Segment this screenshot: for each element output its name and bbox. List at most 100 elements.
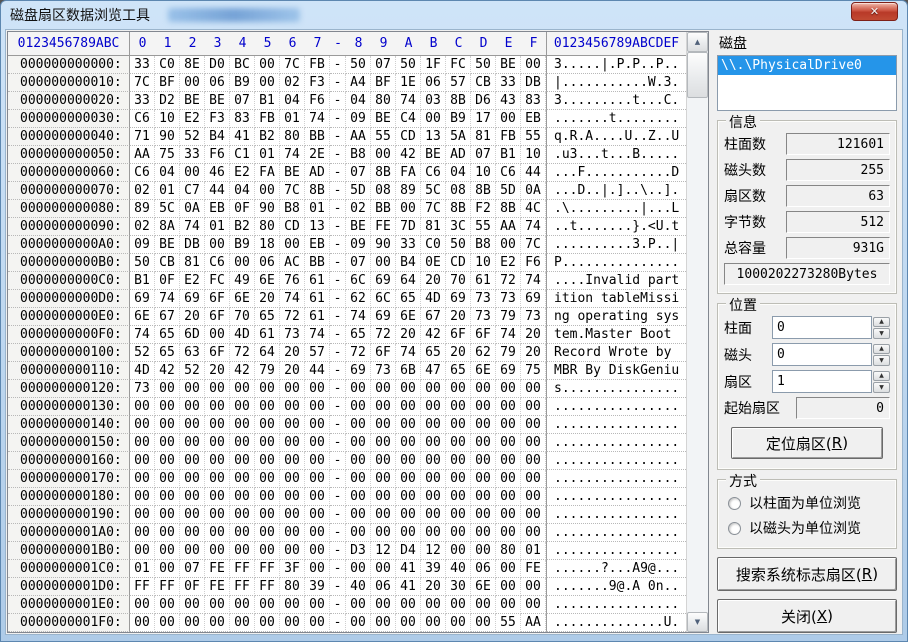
hex-byte[interactable]: 00 xyxy=(446,488,471,506)
row-ascii[interactable]: ................ xyxy=(546,452,686,470)
hex-byte[interactable]: 00 xyxy=(346,398,371,416)
hex-byte[interactable]: 00 xyxy=(230,614,255,632)
hex-byte[interactable]: E2 xyxy=(180,272,205,290)
hex-byte[interactable]: 00 xyxy=(280,596,305,614)
hex-byte[interactable]: 00 xyxy=(521,578,546,596)
head-input[interactable]: 0 xyxy=(772,343,872,366)
hex-byte[interactable]: 00 xyxy=(155,488,180,506)
hex-byte[interactable]: 69 xyxy=(180,290,205,308)
hex-byte[interactable]: 00 xyxy=(471,434,496,452)
hex-byte[interactable]: FA xyxy=(396,164,421,182)
hex-byte[interactable]: 50 xyxy=(130,254,155,272)
hex-byte[interactable]: FC xyxy=(205,272,230,290)
hex-byte[interactable]: 00 xyxy=(521,470,546,488)
hex-byte[interactable]: 00 xyxy=(471,380,496,398)
hex-byte[interactable]: DB xyxy=(180,236,205,254)
hex-byte[interactable]: 00 xyxy=(230,542,255,560)
hex-byte[interactable]: 00 xyxy=(446,380,471,398)
hex-byte[interactable]: E2 xyxy=(230,164,255,182)
hex-byte[interactable]: 00 xyxy=(255,182,280,200)
hex-byte[interactable]: 00 xyxy=(280,524,305,542)
hex-byte[interactable]: B8 xyxy=(346,146,371,164)
hex-byte[interactable]: B8 xyxy=(280,200,305,218)
hex-byte[interactable]: 52 xyxy=(180,362,205,380)
hex-byte[interactable]: 44 xyxy=(521,164,546,182)
hex-byte[interactable]: 55 xyxy=(371,128,396,146)
hex-byte[interactable]: 00 xyxy=(255,434,280,452)
hex-byte[interactable]: 00 xyxy=(421,596,446,614)
hex-byte[interactable]: 33 xyxy=(180,146,205,164)
hex-byte[interactable]: 74 xyxy=(130,326,155,344)
hex-byte[interactable]: 00 xyxy=(396,200,421,218)
hex-byte[interactable]: 6F xyxy=(205,290,230,308)
hex-byte[interactable]: 08 xyxy=(446,182,471,200)
hex-byte[interactable]: 00 xyxy=(471,506,496,524)
hex-byte[interactable]: 5C xyxy=(421,182,446,200)
hex-byte[interactable]: 0F xyxy=(155,272,180,290)
hex-byte[interactable]: 00 xyxy=(230,416,255,434)
hex-byte[interactable]: B9 xyxy=(230,74,255,92)
hex-byte[interactable]: 00 xyxy=(205,416,230,434)
hex-byte[interactable]: 02 xyxy=(130,218,155,236)
row-ascii[interactable]: ..t.......}.<U.t xyxy=(546,218,686,236)
hex-byte[interactable]: C7 xyxy=(180,182,205,200)
hex-byte[interactable]: 57 xyxy=(446,74,471,92)
hex-byte[interactable]: 42 xyxy=(155,362,180,380)
hex-byte[interactable]: 75 xyxy=(521,362,546,380)
hex-byte[interactable]: 04 xyxy=(446,164,471,182)
hex-byte[interactable]: 13 xyxy=(421,128,446,146)
hex-byte[interactable]: 00 xyxy=(521,452,546,470)
row-ascii[interactable]: ................ xyxy=(546,596,686,614)
hex-byte[interactable]: 00 xyxy=(421,524,446,542)
hex-byte[interactable]: 80 xyxy=(280,128,305,146)
radio-button-icon[interactable] xyxy=(728,497,741,510)
hex-byte[interactable]: 00 xyxy=(521,398,546,416)
hex-byte[interactable]: 00 xyxy=(371,146,396,164)
hex-byte[interactable]: 00 xyxy=(421,398,446,416)
hex-byte[interactable]: 00 xyxy=(130,596,155,614)
close-window-button[interactable]: ✕ xyxy=(851,2,898,21)
hex-byte[interactable]: 6F xyxy=(205,344,230,362)
hex-byte[interactable]: 6F xyxy=(446,326,471,344)
hex-byte[interactable]: 00 xyxy=(130,524,155,542)
hex-byte[interactable]: 65 xyxy=(446,362,471,380)
hex-byte[interactable]: 30 xyxy=(446,578,471,596)
hex-byte[interactable]: BF xyxy=(371,74,396,92)
hex-byte[interactable]: 64 xyxy=(396,272,421,290)
hex-byte[interactable]: 70 xyxy=(446,272,471,290)
hex-byte[interactable]: 65 xyxy=(396,290,421,308)
hex-byte[interactable]: EB xyxy=(521,110,546,128)
hex-byte[interactable]: 90 xyxy=(255,200,280,218)
hex-byte[interactable]: 04 xyxy=(280,92,305,110)
hex-byte[interactable]: C6 xyxy=(205,254,230,272)
hex-byte[interactable]: 07 xyxy=(471,146,496,164)
hex-byte[interactable]: BE xyxy=(346,218,371,236)
hex-byte[interactable]: 50 xyxy=(396,56,421,74)
hex-byte[interactable]: 72 xyxy=(346,344,371,362)
hex-byte[interactable]: 42 xyxy=(421,326,446,344)
hex-byte[interactable]: FF xyxy=(230,560,255,578)
hex-byte[interactable]: 00 xyxy=(305,398,330,416)
hex-byte[interactable]: 17 xyxy=(471,110,496,128)
hex-byte[interactable]: 00 xyxy=(155,560,180,578)
hex-byte[interactable]: FE xyxy=(371,218,396,236)
hex-byte[interactable]: DB xyxy=(521,74,546,92)
scrollbar-track[interactable] xyxy=(687,98,708,612)
hex-byte[interactable]: 09 xyxy=(346,236,371,254)
hex-byte[interactable]: 62 xyxy=(346,290,371,308)
hex-byte[interactable]: 42 xyxy=(396,146,421,164)
hex-byte[interactable]: 00 xyxy=(371,416,396,434)
row-ascii[interactable]: P............... xyxy=(546,254,686,272)
hex-byte[interactable]: 8B xyxy=(305,182,330,200)
hex-byte[interactable]: 81 xyxy=(180,254,205,272)
row-ascii[interactable]: Record Wrote by xyxy=(546,344,686,362)
hex-byte[interactable]: 00 xyxy=(230,470,255,488)
hex-byte[interactable]: 00 xyxy=(205,596,230,614)
hex-byte[interactable]: B1 xyxy=(130,272,155,290)
spinner-up-icon[interactable]: ▲ xyxy=(873,317,890,328)
hex-byte[interactable]: 00 xyxy=(396,596,421,614)
hex-byte[interactable]: AA xyxy=(496,218,521,236)
cylinder-input[interactable]: 0 xyxy=(772,316,872,339)
hex-byte[interactable]: 20 xyxy=(446,344,471,362)
hex-byte[interactable]: 55 xyxy=(496,614,521,632)
